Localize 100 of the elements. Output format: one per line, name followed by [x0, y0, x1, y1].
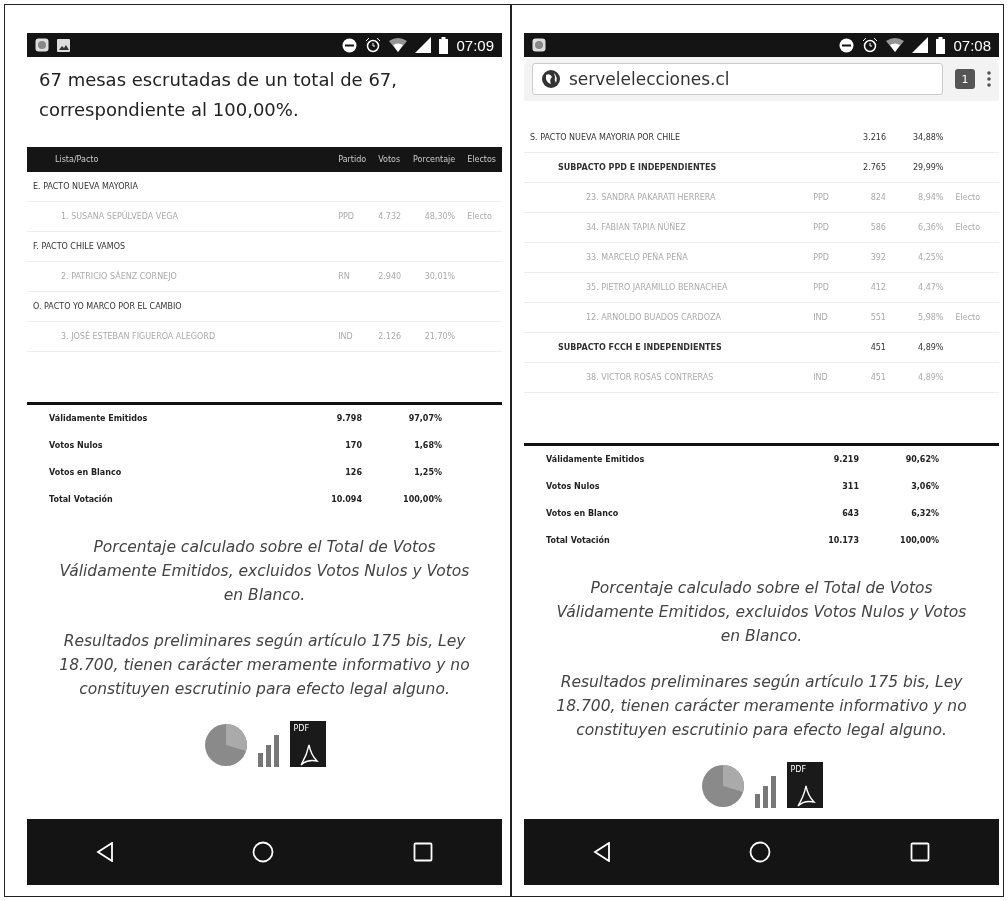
battery-icon	[439, 36, 449, 54]
party-code: PPD	[813, 223, 829, 232]
counted-tables-summary: 67 mesas escrutadas de un total de 67, correspondiente al 100,00%.	[38, 68, 399, 122]
elected-label: Electo	[955, 223, 981, 232]
vote-percent: 30,01%	[424, 272, 456, 281]
total-label: Válidamente Emitidos	[49, 414, 149, 423]
vote-count: 2.126	[378, 332, 402, 341]
candidate-name: 34. FABIAN TAPIA NÚÑEZ	[586, 223, 686, 232]
candidate-name: 12. ARNOLDO BUADOS CARDOZA	[586, 313, 721, 322]
vote-percent: 3,06%	[910, 482, 939, 491]
vote-percent: 90,62%	[904, 455, 939, 464]
total-label: Válidamente Emitidos	[546, 455, 646, 464]
wifi-icon	[886, 38, 905, 52]
total-label: Votos Nulos	[49, 441, 104, 450]
vote-percent: 6,36%	[918, 223, 944, 232]
alarm-icon	[365, 37, 382, 53]
vote-count: 170	[344, 441, 362, 450]
signal-icon	[912, 37, 929, 53]
vote-count: 392	[870, 253, 886, 262]
disclaimer-note: Porcentaje calculado sobre el Total de Votos Válidamente Emitidos, excluidos Votos Nulos y Votos en Blanco.	[555, 578, 968, 647]
vote-percent: 97,07%	[407, 414, 442, 423]
vote-count: 311	[841, 482, 859, 491]
vote-count: 551	[870, 313, 886, 322]
app-icon	[35, 38, 49, 52]
pdf-download-icon[interactable]: PDF	[289, 721, 326, 767]
party-code: IND	[813, 373, 828, 382]
vote-percent: 4,89%	[918, 373, 944, 382]
back-icon[interactable]	[593, 842, 612, 862]
party-code: RN	[338, 272, 350, 281]
pact-name: F. PACTO CHILE VAMOS	[27, 231, 373, 262]
vote-percent: 100,00%	[402, 495, 442, 504]
vote-count: 586	[870, 223, 886, 232]
party-code: IND	[813, 313, 828, 322]
pact-name: E. PACTO NUEVA MAYORIA	[27, 172, 373, 202]
image-icon	[57, 38, 70, 52]
vote-count: 643	[841, 509, 859, 518]
vote-count: 412	[870, 283, 886, 292]
vote-count: 2.765	[863, 163, 886, 172]
vote-percent: 1,68%	[413, 441, 442, 450]
clock-time: 07:08	[953, 36, 991, 54]
vote-count: 451	[870, 343, 886, 352]
total-label: Votos Nulos	[546, 482, 601, 491]
candidate-name: 2. PATRICIO SÁENZ CORNEJO	[61, 272, 177, 281]
vote-percent: 1,25%	[413, 468, 442, 477]
total-label: Total Votación	[546, 536, 611, 545]
elected-label: Electo	[955, 313, 981, 322]
home-icon[interactable]	[749, 841, 772, 863]
do-not-disturb-icon	[839, 37, 855, 53]
vote-percent: 5,98%	[918, 313, 944, 322]
do-not-disturb-icon	[342, 37, 358, 53]
candidate-name: 3. JOSÉ ESTEBAN FIGUEROA ALEGORD	[61, 332, 216, 341]
column-header: Porcentaje	[413, 155, 456, 164]
back-icon[interactable]	[96, 842, 115, 862]
alarm-icon	[862, 37, 879, 53]
bar-chart-icon[interactable]	[754, 774, 777, 808]
vote-percent: 29,99%	[912, 163, 944, 172]
pact-name: S. PACTO NUEVA MAYORIA POR CHILE	[524, 123, 845, 153]
bar-chart-icon[interactable]	[257, 733, 280, 767]
vote-count: 3.216	[863, 133, 886, 142]
vote-count: 126	[344, 468, 362, 477]
globe-icon	[541, 69, 561, 89]
candidate-name: 33. MARCELO PEÑA PEÑA	[586, 253, 688, 262]
vote-percent: 34,88%	[912, 133, 944, 142]
vote-percent: 100,00%	[899, 536, 939, 545]
total-label: Votos en Blanco	[49, 468, 123, 477]
vote-count: 2.940	[378, 272, 402, 281]
pdf-download-icon[interactable]: PDF	[786, 762, 823, 808]
disclaimer-note: Porcentaje calculado sobre el Total de Votos Válidamente Emitidos, excluidos Votos Nulos y Votos en Blanco.	[58, 537, 471, 606]
candidate-name: 23. SANDRA PAKARATI HERRERA	[586, 193, 716, 202]
disclaimer-note: Resultados preliminares según artículo 175 bis, Ley 18.700, tienen carácter meramente informativo y no constituyen escrutinio para efecto legal alguno.	[58, 631, 471, 700]
recent-apps-icon[interactable]	[909, 842, 930, 862]
app-icon	[532, 38, 546, 52]
vote-count: 9.798	[335, 414, 362, 423]
party-code: PPD	[338, 212, 354, 221]
vote-percent: 4,89%	[918, 343, 944, 352]
candidate-name: 35. PIETRO JARAMILLO BERNACHEA	[586, 283, 728, 292]
elected-label: Electo	[467, 212, 492, 221]
vote-count: 4.732	[378, 212, 402, 221]
signal-icon	[415, 37, 432, 53]
column-header: Lista/Pacto	[55, 155, 99, 164]
wifi-icon	[389, 38, 408, 52]
vote-percent: 48,30%	[424, 212, 456, 221]
column-header: Partido	[338, 155, 367, 164]
home-icon[interactable]	[252, 841, 275, 863]
pie-chart-icon[interactable]	[700, 764, 745, 808]
vote-count: 10.094	[330, 495, 362, 504]
clock-time: 07:09	[456, 36, 494, 54]
address-bar[interactable]: servelelecciones.cl	[532, 63, 943, 95]
vote-percent: 21,70%	[424, 332, 456, 341]
vote-count: 9.219	[832, 455, 859, 464]
total-label: Votos en Blanco	[546, 509, 620, 518]
tab-switcher-button[interactable]: 1	[955, 69, 975, 89]
candidate-name: 38. VICTOR ROSAS CONTRERAS	[586, 373, 714, 382]
more-options-icon[interactable]	[987, 71, 991, 87]
vote-count: 451	[870, 373, 886, 382]
recent-apps-icon[interactable]	[412, 842, 433, 862]
subpact-name: SUBPACTO PPD E INDEPENDIENTES	[524, 152, 845, 183]
party-code: IND	[338, 332, 353, 341]
candidate-name: 1. SUSANA SEPÚLVEDA VEGA	[61, 212, 178, 221]
pie-chart-icon[interactable]	[203, 723, 248, 767]
